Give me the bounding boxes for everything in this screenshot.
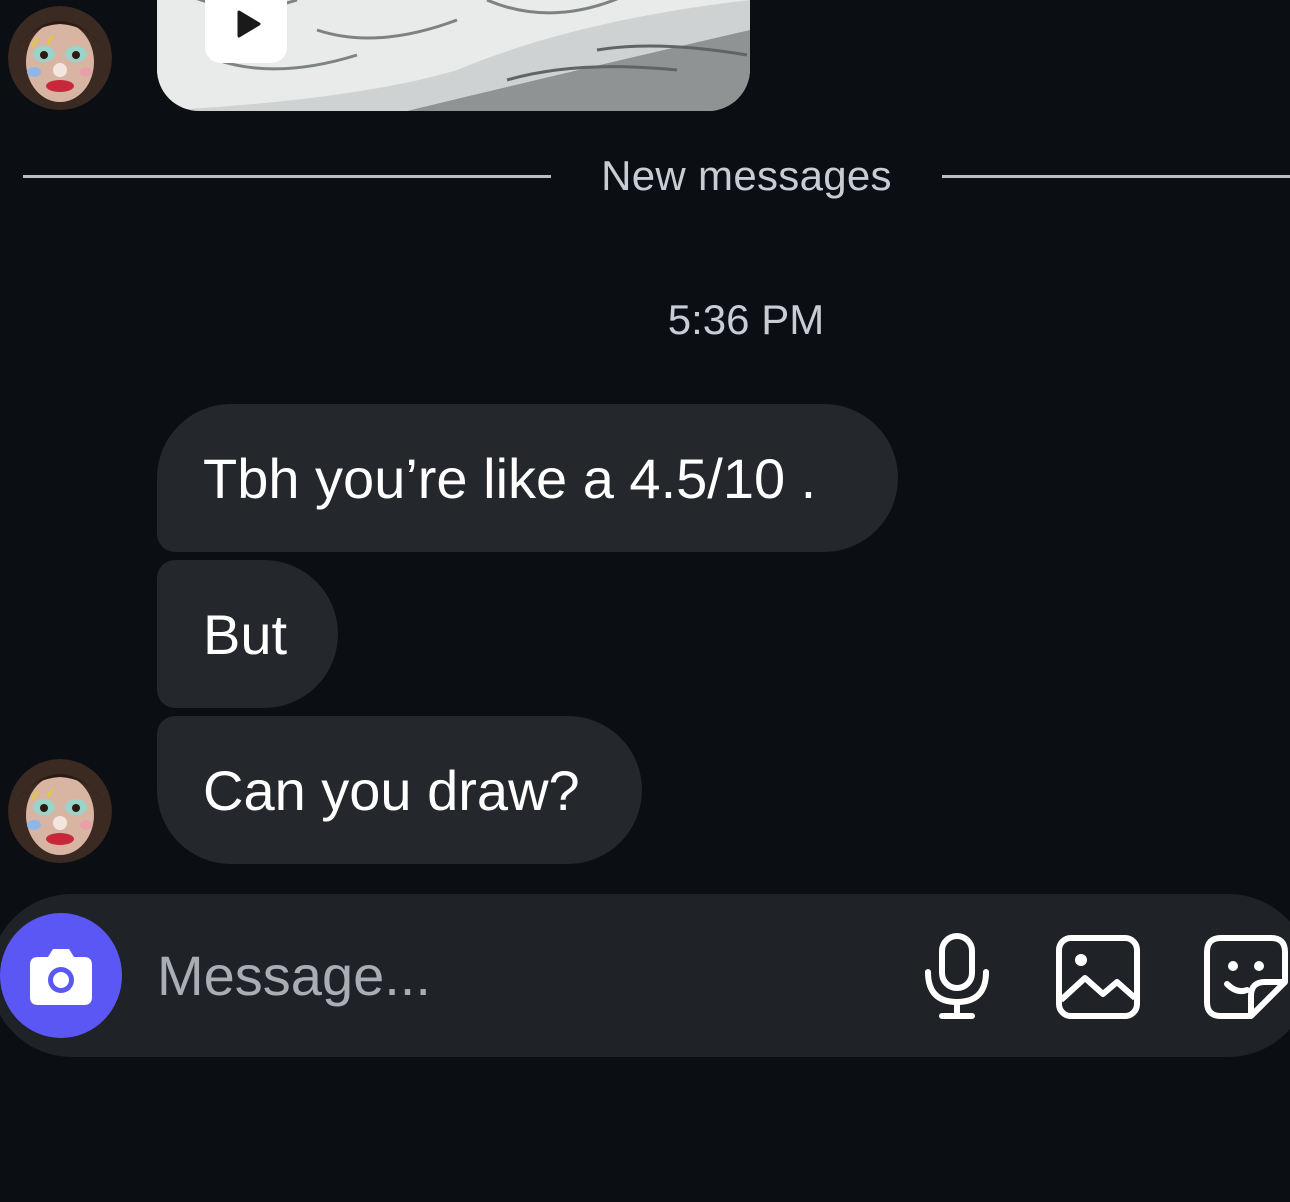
message-text: Tbh you’re like a 4.5/10 . xyxy=(203,446,817,510)
new-messages-divider: New messages xyxy=(601,152,892,199)
camera-icon xyxy=(30,949,92,1005)
message-input[interactable] xyxy=(157,940,857,1010)
divider-line-right xyxy=(942,175,1290,178)
divider-line-left xyxy=(23,175,551,178)
chat-screen: New messages 5:36 PM Tbh you’re like a 4… xyxy=(0,0,1290,1202)
gallery-icon xyxy=(1056,935,1140,1019)
message-bubble[interactable]: But xyxy=(157,560,338,708)
sticker-icon xyxy=(1204,935,1288,1019)
sender-avatar[interactable] xyxy=(8,759,112,863)
video-preview[interactable] xyxy=(157,0,750,111)
sticker-button[interactable] xyxy=(1203,934,1290,1020)
play-icon xyxy=(237,10,261,38)
message-timestamp: 5:36 PM xyxy=(667,296,825,343)
message-text: Can you draw? xyxy=(203,758,580,822)
microphone-icon xyxy=(925,933,989,1019)
camera-button[interactable] xyxy=(0,913,122,1038)
message-text: But xyxy=(203,602,288,666)
sender-avatar[interactable] xyxy=(8,6,112,110)
message-bubble[interactable]: Can you draw? xyxy=(157,716,642,864)
microphone-button[interactable] xyxy=(920,932,994,1022)
message-bubble[interactable]: Tbh you’re like a 4.5/10 . xyxy=(157,404,898,552)
play-badge xyxy=(205,0,287,63)
avatar-image xyxy=(8,759,112,863)
avatar-image xyxy=(8,6,112,110)
gallery-button[interactable] xyxy=(1055,934,1141,1020)
